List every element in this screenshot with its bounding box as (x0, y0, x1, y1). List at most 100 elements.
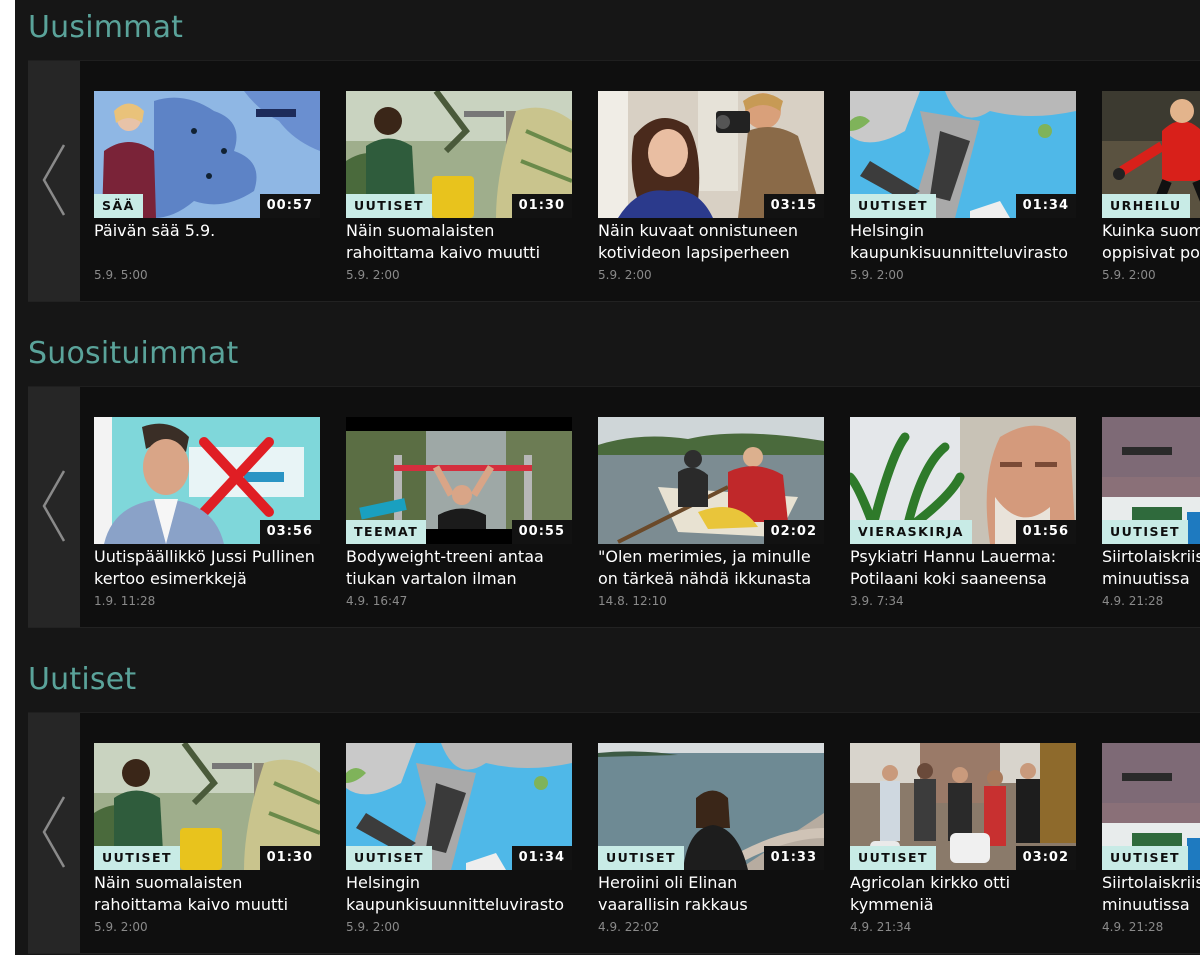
publish-date: 5.9. 2:00 (94, 920, 148, 934)
category-badge: TEEMAT (346, 520, 427, 544)
video-thumbnail[interactable]: UUTISET 01:33 (598, 743, 824, 870)
video-thumbnail[interactable]: 02:02 (598, 417, 824, 544)
category-badge: UUTISET (1102, 846, 1189, 870)
publish-date: 5.9. 2:00 (1102, 268, 1156, 282)
video-thumbnail[interactable]: 03:15 (598, 91, 824, 218)
video-card[interactable]: UUTISET Siirtolaiskriisi minuutissa 4.9. 2… (1102, 417, 1200, 617)
video-thumbnail[interactable]: UUTISET 01:30 (346, 91, 572, 218)
video-thumbnail[interactable]: URHEILU (1102, 91, 1200, 218)
video-card[interactable]: UUTISET 01:34 Helsingin kaupunkisuunnittel… (850, 91, 1076, 291)
duration-label: 02:02 (763, 520, 824, 544)
publish-date: 4.9. 21:28 (1102, 920, 1164, 934)
video-title-link[interactable]: Näin kuvaat onnistuneen kotivideon lapsi… (598, 220, 838, 264)
duration-label: 01:34 (1015, 194, 1076, 218)
section-title: Uusimmat (28, 10, 184, 45)
video-thumbnail[interactable]: UUTISET 01:34 (346, 743, 572, 870)
video-title-link[interactable]: Helsingin kaupunkisuunnitteluvirasto (850, 220, 1090, 264)
duration-label: 01:30 (511, 194, 572, 218)
publish-date: 4.9. 22:02 (598, 920, 660, 934)
video-card[interactable]: UUTISET 01:33 Heroiini oli Elinan vaaralli… (598, 743, 824, 943)
publish-date: 1.9. 11:28 (94, 594, 156, 608)
video-thumbnail[interactable]: 03:56 (94, 417, 320, 544)
publish-date: 5.9. 2:00 (598, 268, 652, 282)
duration-label: 03:15 (763, 194, 824, 218)
category-badge: UUTISET (346, 194, 433, 218)
video-card[interactable]: UUTISET Siirtolaiskriisi minuutissa 4.9. 2… (1102, 743, 1200, 943)
category-badge: UUTISET (346, 846, 433, 870)
category-badge: UUTISET (598, 846, 685, 870)
category-badge: VIERASKIRJA (850, 520, 972, 544)
carousel-prev-button[interactable] (28, 61, 80, 301)
carousel-prev-button[interactable] (28, 387, 80, 627)
publish-date: 5.9. 2:00 (346, 268, 400, 282)
category-badge: UUTISET (1102, 520, 1189, 544)
video-card[interactable]: SÄÄ 00:57 Päivän sää 5.9. 5.9. 5:00 (94, 91, 320, 291)
publish-date: 14.8. 12:10 (598, 594, 667, 608)
video-card[interactable]: URHEILUKuinka suomalaiset oppisivat potk… (1102, 91, 1200, 291)
publish-date: 4.9. 16:47 (346, 594, 408, 608)
video-title-link[interactable]: Näin suomalaisten rahoittama kaivo muutt… (94, 872, 334, 916)
duration-label: 01:34 (511, 846, 572, 870)
video-carousel: UUTISET 01:30 Näin suomalaisten rahoittama… (28, 712, 1200, 954)
video-title-link[interactable]: Bodyweight-treeni antaa tiukan vartalon … (346, 546, 586, 590)
video-thumbnail[interactable]: UUTISET 03:02 (850, 743, 1076, 870)
carousel-prev-button[interactable] (28, 713, 80, 953)
video-thumbnail[interactable]: TEEMAT 00:55 (346, 417, 572, 544)
video-thumbnail[interactable]: UUTISET (1102, 417, 1200, 544)
video-title-link[interactable]: Siirtolaiskriisi minuutissa (1102, 872, 1200, 916)
video-card[interactable]: UUTISET 03:02 Agricolan kirkko otti kymmen… (850, 743, 1076, 943)
category-badge: URHEILU (1102, 194, 1190, 218)
video-card[interactable]: 02:02 "Olen merimies, ja minulle on tärke… (598, 417, 824, 617)
video-title-link[interactable]: Helsingin kaupunkisuunnitteluvirasto (346, 872, 586, 916)
video-card[interactable]: UUTISET 01:30 Näin suomalaisten rahoittama… (94, 743, 320, 943)
duration-label: 03:02 (1015, 846, 1076, 870)
publish-date: 4.9. 21:34 (850, 920, 912, 934)
publish-date: 4.9. 21:28 (1102, 594, 1164, 608)
category-badge: UUTISET (850, 194, 937, 218)
video-carousel: 03:56 Uutispäällikkö Jussi Pullinen kerto… (28, 386, 1200, 628)
chevron-left-icon (42, 796, 66, 868)
duration-label: 00:55 (511, 520, 572, 544)
video-title-link[interactable]: Päivän sää 5.9. (94, 220, 334, 242)
video-card[interactable]: UUTISET 01:34 Helsingin kaupunkisuunnittel… (346, 743, 572, 943)
section-uutiset: Uutiset UUTISET 01:30 Näin suomalaisten ra… (15, 652, 1200, 954)
duration-label: 01:33 (763, 846, 824, 870)
video-thumbnail[interactable]: UUTISET 01:30 (94, 743, 320, 870)
category-badge: SÄÄ (94, 194, 143, 218)
publish-date: 5.9. 5:00 (94, 268, 148, 282)
video-thumbnail[interactable]: UUTISET 01:34 (850, 91, 1076, 218)
video-title-link[interactable]: Kuinka suomalaiset oppisivat potkimaan (1102, 220, 1200, 264)
video-browser-page: Uusimmat SÄÄ 00:57 Päivän sää 5.9. 5.9. 5:0… (0, 0, 1200, 955)
video-title-link[interactable]: Psykiatri Hannu Lauerma: Potilaani koki … (850, 546, 1090, 590)
video-thumbnail[interactable]: UUTISET (1102, 743, 1200, 870)
video-title-link[interactable]: Uutispäällikkö Jussi Pullinen kertoo esi… (94, 546, 334, 590)
left-edge-strip (0, 0, 15, 955)
video-thumbnail[interactable]: VIERASKIRJA 01:56 (850, 417, 1076, 544)
duration-label: 03:56 (259, 520, 320, 544)
video-card[interactable]: VIERASKIRJA 01:56 Psykiatri Hannu Lauerma:… (850, 417, 1076, 617)
section-title: Uutiset (28, 662, 137, 697)
duration-label: 01:56 (1015, 520, 1076, 544)
video-title-link[interactable]: Näin suomalaisten rahoittama kaivo muutt… (346, 220, 586, 264)
chevron-left-icon (42, 470, 66, 542)
chevron-left-icon (42, 144, 66, 216)
publish-date: 5.9. 2:00 (346, 920, 400, 934)
video-title-link[interactable]: "Olen merimies, ja minulle on tärkeä näh… (598, 546, 838, 590)
section-title: Suosituimmat (28, 336, 239, 371)
video-title-link[interactable]: Agricolan kirkko otti kymmeniä (850, 872, 1090, 916)
section-uusimmat: Uusimmat SÄÄ 00:57 Päivän sää 5.9. 5.9. 5:0… (15, 0, 1200, 302)
video-thumbnail[interactable]: SÄÄ 00:57 (94, 91, 320, 218)
category-badge: UUTISET (94, 846, 181, 870)
video-title-link[interactable]: Heroiini oli Elinan vaarallisin rakkaus (598, 872, 838, 916)
publish-date: 3.9. 7:34 (850, 594, 904, 608)
video-card[interactable]: UUTISET 01:30 Näin suomalaisten rahoittama… (346, 91, 572, 291)
video-card[interactable]: 03:56 Uutispäällikkö Jussi Pullinen kerto… (94, 417, 320, 617)
duration-label: 01:30 (259, 846, 320, 870)
section-suosituimmat: Suosituimmat 03:56 Uutispäällikkö Jussi P… (15, 326, 1200, 628)
video-card[interactable]: TEEMAT 00:55 Bodyweight-treeni antaa tiuka… (346, 417, 572, 617)
video-card[interactable]: 03:15 Näin kuvaat onnistuneen kotivideon … (598, 91, 824, 291)
video-title-link[interactable]: Siirtolaiskriisi minuutissa (1102, 546, 1200, 590)
video-carousel: SÄÄ 00:57 Päivän sää 5.9. 5.9. 5:00 UUTISET… (28, 60, 1200, 302)
publish-date: 5.9. 2:00 (850, 268, 904, 282)
category-badge: UUTISET (850, 846, 937, 870)
